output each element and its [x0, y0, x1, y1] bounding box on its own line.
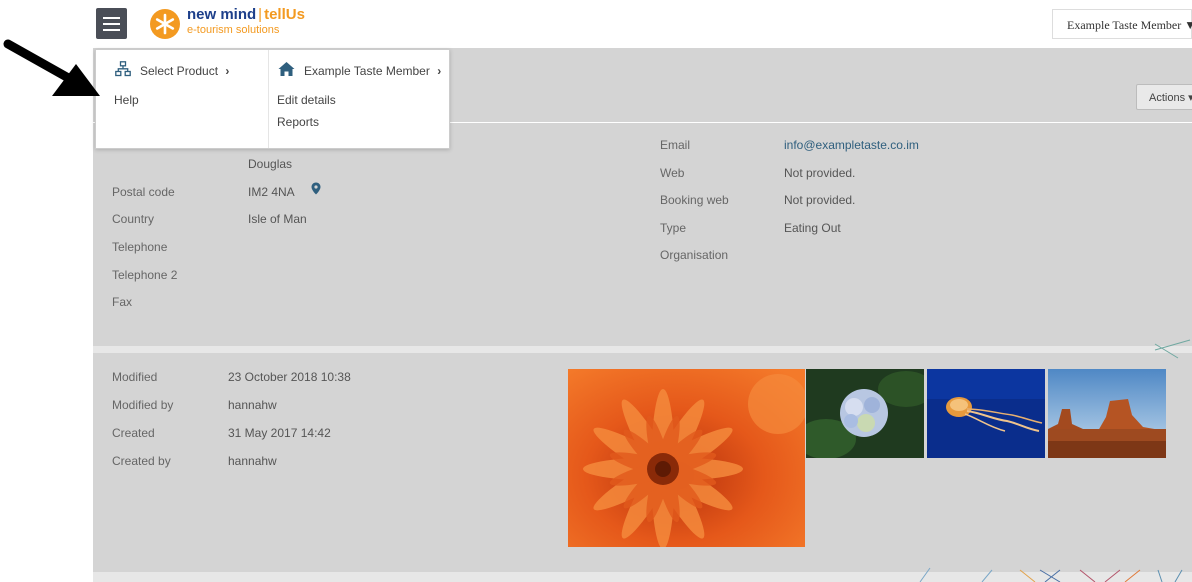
- address-town: Douglas: [248, 157, 293, 171]
- booking-web-label: Booking web: [660, 193, 729, 207]
- modified-label: Modified: [112, 370, 158, 384]
- fax-label: Fax: [112, 295, 133, 309]
- chevron-right-icon: ›: [437, 64, 442, 78]
- logo-name-left: new mind: [187, 6, 257, 23]
- telephone2-label: Telephone 2: [112, 268, 178, 282]
- created-value: 31 May 2017 14:42: [228, 426, 331, 440]
- booking-web-value: Not provided.: [784, 193, 856, 207]
- map-pin-icon[interactable]: [311, 182, 321, 195]
- menu-divider: [268, 50, 269, 148]
- member-menu-label: Example Taste Member: [304, 64, 430, 78]
- created-by-label: Created by: [112, 454, 171, 468]
- logo[interactable]: new mind | tellUs: [187, 6, 305, 23]
- modified-by-label: Modified by: [112, 398, 174, 412]
- email-label: Email: [660, 138, 691, 152]
- chevron-right-icon: ›: [225, 64, 230, 78]
- telephone-label: Telephone: [112, 240, 168, 254]
- postal-code-value: IM2 4NA: [248, 185, 295, 199]
- orange-dahlia-photo[interactable]: [568, 369, 805, 547]
- modified-by-value: hannahw: [228, 398, 277, 412]
- reports-menu-item[interactable]: Reports: [277, 115, 319, 129]
- main-dropdown-menu: Select Product › Help Example Taste Memb…: [95, 49, 450, 149]
- sitemap-icon: [115, 61, 131, 77]
- logo-asterisk-icon: [150, 9, 180, 39]
- country-label: Country: [112, 212, 155, 226]
- created-by-value: hannahw: [228, 454, 277, 468]
- logo-tagline: e-tourism solutions: [187, 24, 280, 36]
- edit-details-menu-item[interactable]: Edit details: [277, 93, 336, 107]
- member-menu-button[interactable]: Example Taste Member ▼: [1052, 9, 1192, 39]
- type-value: Eating Out: [784, 221, 841, 235]
- created-label: Created: [112, 426, 155, 440]
- web-label: Web: [660, 166, 685, 180]
- jellyfish-photo[interactable]: [927, 369, 1045, 458]
- logo-name-right: tellUs: [264, 6, 305, 23]
- organisation-label: Organisation: [660, 248, 729, 262]
- web-value: Not provided.: [784, 166, 856, 180]
- pointer-arrow-icon: [3, 39, 100, 96]
- country-value: Isle of Man: [248, 212, 307, 226]
- logo-separator: |: [258, 6, 263, 23]
- actions-button[interactable]: Actions ▾: [1136, 84, 1192, 110]
- home-icon: [278, 62, 295, 76]
- select-product-menu-item[interactable]: Select Product ›: [140, 64, 229, 78]
- modified-value: 23 October 2018 10:38: [228, 370, 351, 384]
- member-menu-item[interactable]: Example Taste Member ›: [304, 64, 441, 78]
- hydrangea-photo[interactable]: [806, 369, 924, 458]
- select-product-label: Select Product: [140, 64, 219, 78]
- postal-code-label: Postal code: [112, 185, 175, 199]
- help-menu-item[interactable]: Help: [114, 93, 139, 107]
- type-label: Type: [660, 221, 687, 235]
- desert-butte-photo[interactable]: [1048, 369, 1166, 458]
- email-link[interactable]: info@exampletaste.co.im: [784, 138, 919, 152]
